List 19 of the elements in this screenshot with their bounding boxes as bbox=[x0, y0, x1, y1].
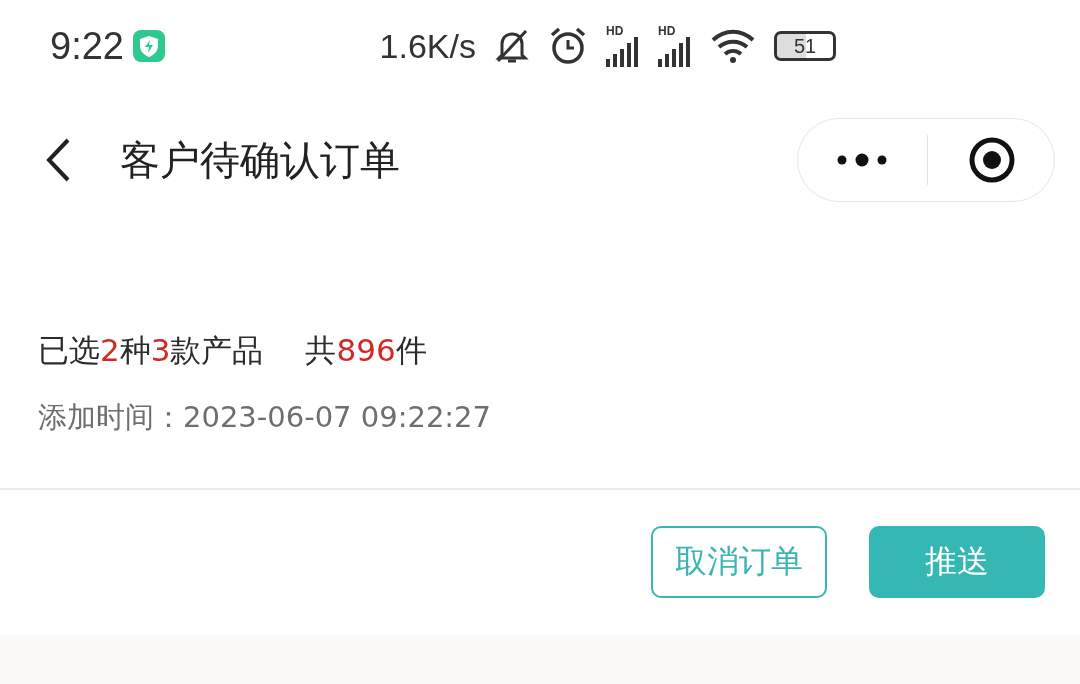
hd-label: HD bbox=[606, 25, 624, 37]
battery-indicator: 51 bbox=[774, 31, 836, 61]
signal-icon bbox=[658, 37, 692, 67]
alarm-clock-icon bbox=[548, 26, 588, 66]
item-total: 共896件 bbox=[305, 331, 427, 370]
product-summary: 已选2种3款产品 bbox=[38, 331, 264, 370]
signal-icon bbox=[606, 37, 640, 67]
more-icon[interactable] bbox=[835, 153, 888, 167]
added-time: 添加时间：2023-06-07 09:22:27 bbox=[38, 399, 492, 436]
wifi-icon bbox=[710, 28, 756, 64]
push-button[interactable]: 推送 bbox=[869, 526, 1045, 598]
cancel-order-button[interactable]: 取消订单 bbox=[651, 526, 827, 598]
bell-muted-icon bbox=[494, 27, 530, 65]
hd-label: HD bbox=[658, 25, 676, 37]
clock-time: 9:22 bbox=[50, 24, 124, 68]
back-icon[interactable] bbox=[44, 137, 72, 183]
page-title: 客户待确认订单 bbox=[120, 135, 401, 185]
shield-icon bbox=[131, 29, 166, 63]
network-speed: 1.6K/s bbox=[379, 26, 476, 66]
